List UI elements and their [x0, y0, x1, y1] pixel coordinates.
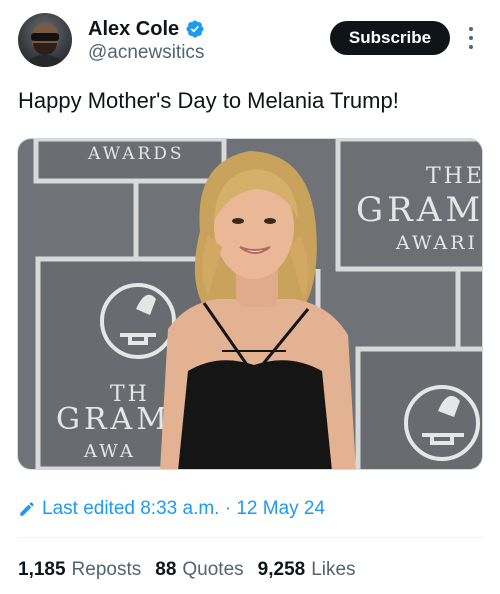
tweet-photo[interactable]: AWARDS THE GRAM AWARI TH GRAM AWA [17, 138, 483, 470]
engagement-stats: 1,185 Reposts 88 Quotes 9,258 Likes [18, 558, 356, 582]
backdrop-award-text: AWARI [395, 232, 478, 254]
backdrop-gram-text: GRAM [356, 190, 483, 230]
avatar-sunglasses [31, 33, 59, 41]
backdrop-awards-text: AWARDS [87, 144, 185, 164]
subscribe-button[interactable]: Subscribe [330, 21, 450, 55]
backdrop-left-gram-text: GRAM [56, 402, 171, 437]
photo-graphic: AWARDS THE GRAM AWARI TH GRAM AWA [18, 139, 483, 469]
stat-reposts-count: 1,185 [18, 559, 66, 580]
backdrop-left-award-text: AWA [83, 441, 136, 462]
stat-reposts[interactable]: 1,185 Reposts [18, 558, 141, 582]
verified-badge-icon [186, 20, 204, 38]
more-dot [469, 27, 473, 31]
stat-quotes[interactable]: 88 Quotes [155, 558, 243, 582]
avatar[interactable] [18, 13, 72, 67]
edit-history-link[interactable]: Last edited 8:33 a.m. · 12 May 24 [18, 497, 325, 521]
stat-likes[interactable]: 9,258 Likes [258, 558, 356, 582]
more-dot [469, 36, 473, 40]
avatar-shoulders [23, 55, 67, 67]
stat-likes-count: 9,258 [257, 559, 306, 580]
author-handle[interactable]: @acnewsitics [88, 42, 204, 64]
author-name-row: Alex Cole [88, 18, 205, 40]
stat-quotes-count: 88 [155, 559, 177, 580]
tweet-text: Happy Mother's Day to Melania Trump! [18, 88, 399, 113]
tweet-header: Alex Cole @acnewsitics Subscribe [0, 0, 500, 84]
more-dot [469, 45, 473, 49]
stat-reposts-label: Reposts [71, 559, 142, 580]
more-vertical-icon[interactable] [464, 24, 478, 52]
avatar-beard [33, 43, 57, 55]
last-edited-text[interactable]: Last edited 8:33 a.m. · 12 May 24 [42, 497, 325, 521]
stat-quotes-label: Quotes [182, 559, 244, 580]
author-display-name[interactable]: Alex Cole [88, 18, 179, 40]
divider [18, 537, 484, 538]
stat-likes-label: Likes [311, 559, 356, 580]
backdrop-the-text: THE [426, 164, 483, 189]
pencil-icon [20, 502, 34, 516]
